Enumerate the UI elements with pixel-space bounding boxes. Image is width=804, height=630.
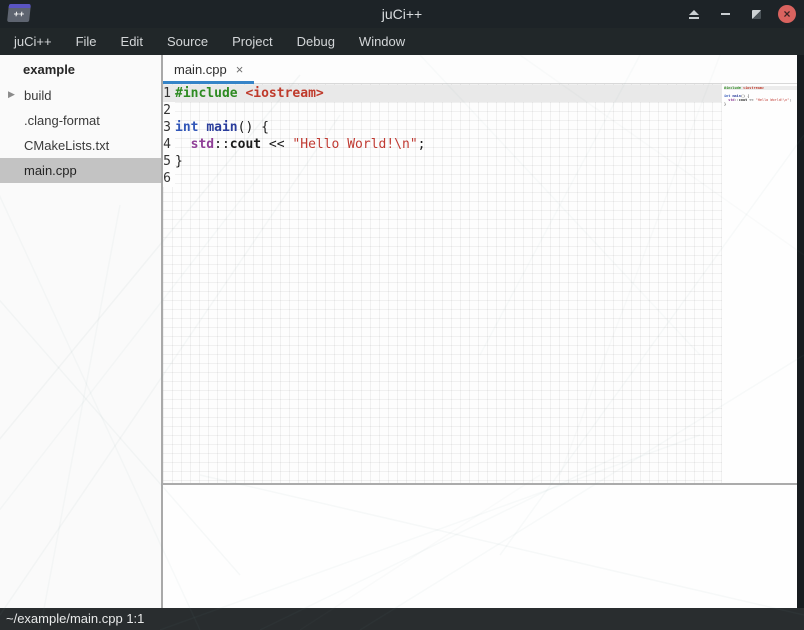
tab-bar: main.cpp × [163, 55, 804, 84]
window-title: juCi++ [0, 6, 804, 22]
file-tree-item-main-cpp[interactable]: main.cpp [0, 158, 161, 183]
editor-main-area: main.cpp × 1#include <iostream>23int mai… [163, 55, 804, 608]
code-line[interactable]: 2 [163, 102, 722, 119]
tab-label: main.cpp [174, 62, 227, 77]
code-text: int main() { [175, 119, 269, 136]
app-logo-icon: ++ [7, 4, 31, 22]
file-name-label: .clang-format [0, 113, 100, 128]
restore-button[interactable] [747, 5, 765, 23]
menu-item-source[interactable]: Source [155, 28, 220, 55]
title-bar: ++ juCi++ × [0, 0, 804, 28]
code-text: #include <iostream> [175, 85, 324, 102]
minimap[interactable]: #include <iostream>int main() { std::cou… [722, 84, 797, 483]
menu-bar: juCi++FileEditSourceProjectDebugWindow [0, 28, 804, 55]
code-lines[interactable]: 1#include <iostream>23int main() {4 std:… [163, 84, 722, 483]
code-line[interactable]: 5} [163, 153, 722, 170]
line-number: 5 [163, 153, 175, 170]
restore-icon [752, 10, 761, 19]
project-root-label: example [0, 55, 161, 83]
tab-main-cpp[interactable]: main.cpp × [163, 55, 254, 83]
app-window: ++ juCi++ × juCi++FileEditSourceProjectD… [0, 0, 804, 630]
file-tree-item-cmakelists-txt[interactable]: CMakeLists.txt [0, 133, 161, 158]
status-bar: ~/example/main.cpp 1:1 [0, 608, 804, 630]
menu-item-debug[interactable]: Debug [285, 28, 347, 55]
file-name-label: CMakeLists.txt [0, 138, 109, 153]
code-line[interactable]: 1#include <iostream> [163, 85, 722, 102]
content-area: example ▶build .clang-format CMakeLists.tx… [0, 55, 804, 608]
expander-icon[interactable]: ▶ [8, 89, 15, 100]
close-icon: × [783, 6, 790, 23]
tab-close-icon[interactable]: × [236, 63, 244, 76]
file-name-label: main.cpp [0, 163, 77, 178]
minimize-button[interactable] [716, 5, 734, 23]
minimap-line: std::cout << "Hello World!\n"; [724, 98, 797, 102]
line-number: 4 [163, 136, 175, 153]
code-text: } [175, 153, 183, 170]
menu-item-edit[interactable]: Edit [109, 28, 155, 55]
minimize-icon [721, 13, 730, 15]
line-number: 2 [163, 102, 175, 119]
window-controls: × [685, 0, 796, 28]
code-editor[interactable]: 1#include <iostream>23int main() {4 std:… [163, 84, 804, 483]
shade-icon [689, 10, 699, 19]
menu-item-window[interactable]: Window [347, 28, 417, 55]
code-line[interactable]: 4 std::cout << "Hello World!\n"; [163, 136, 722, 153]
close-button[interactable]: × [778, 5, 796, 23]
cursor-location-text: ~/example/main.cpp 1:1 [6, 611, 144, 626]
file-tree-sidebar: example ▶build .clang-format CMakeLists.tx… [0, 55, 161, 608]
file-tree-item-build[interactable]: ▶build [0, 83, 161, 108]
line-number: 6 [163, 170, 175, 187]
menu-item-jucipp[interactable]: juCi++ [2, 28, 64, 55]
file-tree-item--clang-format[interactable]: .clang-format [0, 108, 161, 133]
terminal-panel[interactable] [163, 485, 797, 608]
right-window-border [797, 55, 804, 608]
shade-button[interactable] [685, 5, 703, 23]
file-tree: ▶build .clang-format CMakeLists.txt main.cp… [0, 83, 161, 183]
line-number: 3 [163, 119, 175, 136]
code-line[interactable]: 6 [163, 170, 722, 187]
menu-item-project[interactable]: Project [220, 28, 284, 55]
code-line[interactable]: 3int main() { [163, 119, 722, 136]
minimap-line [724, 106, 797, 110]
line-number: 1 [163, 85, 175, 102]
menu-item-file[interactable]: File [64, 28, 109, 55]
code-text: std::cout << "Hello World!\n"; [175, 136, 425, 153]
